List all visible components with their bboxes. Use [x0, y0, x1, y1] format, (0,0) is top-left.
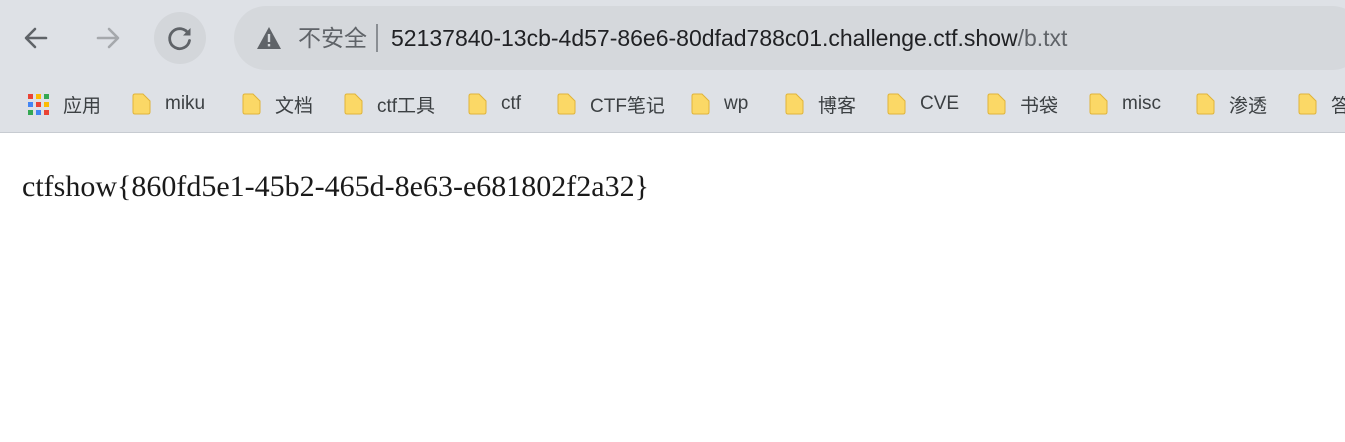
bookmark-folder-bookbag[interactable]: 书袋 [987, 82, 1058, 126]
address-divider [376, 24, 378, 52]
bookmark-label: 博客 [818, 95, 857, 117]
reload-button[interactable] [154, 12, 206, 64]
bookmark-label: ctf工具 [377, 95, 436, 117]
folder-icon [691, 93, 710, 115]
folder-icon [785, 93, 804, 115]
folder-icon [468, 93, 487, 115]
folder-icon [132, 93, 151, 115]
arrow-right-icon [96, 27, 120, 49]
browser-toolbar: 不安全 52137840-13cb-4d57-86e6-80dfad788c01… [0, 0, 1345, 76]
bookmark-folder-ctf-notes[interactable]: CTF笔记 [557, 82, 665, 126]
reload-icon [168, 27, 191, 51]
bookmark-label: misc [1122, 93, 1162, 114]
security-status-label[interactable]: 不安全 [298, 24, 367, 52]
folder-icon [1196, 93, 1215, 115]
bookmark-folder-blog[interactable]: 博客 [785, 82, 856, 126]
address-bar[interactable]: 不安全 52137840-13cb-4d57-86e6-80dfad788c01… [234, 6, 1345, 70]
url-text[interactable]: 52137840-13cb-4d57-86e6-80dfad788c01.cha… [391, 24, 1067, 52]
page-text-content: ctfshow{860fd5e1-45b2-465d-8e63-e681802f… [22, 170, 649, 203]
folder-icon [887, 93, 906, 115]
bookmark-label: ctf [501, 93, 522, 114]
browser-chrome: 不安全 52137840-13cb-4d57-86e6-80dfad788c01… [0, 0, 1345, 133]
bookmark-folder-misc[interactable]: misc [1089, 82, 1161, 126]
folder-icon [242, 93, 261, 115]
bookmarks-bar: 应用 miku 文档 ctf工具 ctf CTF笔记 wp 博客 CVE 书袋 … [0, 82, 1345, 126]
folder-icon [344, 93, 363, 115]
arrow-left-icon [24, 27, 48, 49]
bookmark-folder-cve[interactable]: CVE [887, 82, 959, 126]
folder-icon [1298, 93, 1317, 115]
bookmark-label: 渗透 [1229, 95, 1268, 117]
bookmark-folder-answer[interactable]: 答 [1298, 82, 1345, 126]
warning-triangle-icon[interactable] [256, 26, 282, 50]
bookmark-label: 文档 [275, 95, 314, 117]
bookmark-label: 书袋 [1020, 95, 1059, 117]
bookmark-apps[interactable]: 应用 [28, 82, 101, 126]
bookmark-label: CTF笔记 [590, 95, 665, 117]
bookmark-folder-docs[interactable]: 文档 [242, 82, 313, 126]
url-host: 52137840-13cb-4d57-86e6-80dfad788c01.cha… [391, 25, 1018, 51]
bookmark-folder-wp[interactable]: wp [691, 82, 748, 126]
bookmark-folder-ctf[interactable]: ctf [468, 82, 521, 126]
bookmark-label: 应用 [63, 95, 102, 117]
bookmark-folder-miku[interactable]: miku [132, 82, 205, 126]
back-button[interactable] [10, 12, 62, 64]
apps-grid-icon [28, 93, 49, 115]
folder-icon [1089, 93, 1108, 115]
bookmark-folder-pentest[interactable]: 渗透 [1196, 82, 1267, 126]
bookmark-label: miku [165, 93, 206, 114]
forward-button[interactable] [82, 12, 134, 64]
folder-icon [987, 93, 1006, 115]
folder-icon [557, 93, 576, 115]
bookmark-label: wp [724, 93, 749, 114]
url-path: /b.txt [1017, 25, 1068, 51]
bookmark-label: 答 [1331, 95, 1345, 117]
bookmark-label: CVE [920, 93, 960, 114]
bookmark-folder-ctf-tools[interactable]: ctf工具 [344, 82, 435, 126]
